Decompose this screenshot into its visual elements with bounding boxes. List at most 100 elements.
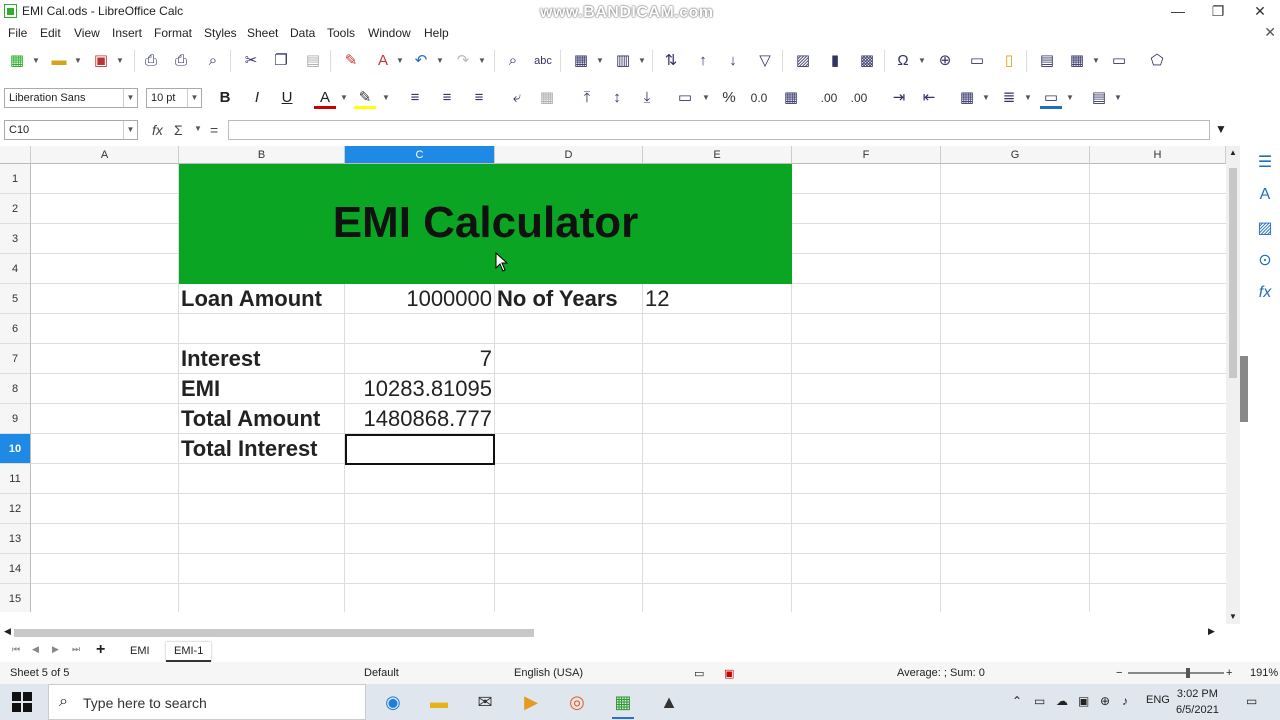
chevron-down-icon[interactable]: ▼ xyxy=(123,121,137,139)
column-header-b[interactable]: B xyxy=(179,146,345,164)
close-document-icon[interactable]: ✕ xyxy=(1264,24,1276,41)
undo-icon[interactable]: ↶ xyxy=(410,50,432,72)
borders-icon[interactable]: ▦ xyxy=(956,87,978,109)
properties-icon[interactable]: ☰ xyxy=(1254,152,1276,174)
bold-button[interactable]: B xyxy=(214,87,236,109)
row-header-9[interactable]: 9 xyxy=(0,404,31,434)
pivot-table-icon[interactable]: ▩ xyxy=(856,50,878,72)
copy-icon[interactable]: ❐ xyxy=(270,50,292,72)
tray-device-icon[interactable]: ▭ xyxy=(1034,694,1045,708)
align-right-icon[interactable]: ≡ xyxy=(468,87,490,109)
navigator-icon[interactable]: ⊙ xyxy=(1254,250,1276,272)
column-header-g[interactable]: G xyxy=(941,146,1090,164)
chevron-down-icon[interactable]: ▼ xyxy=(123,89,137,107)
zoom-out-button[interactable]: − xyxy=(1116,667,1122,679)
chevron-down-icon[interactable]: ▼ xyxy=(396,50,404,72)
currency-format-icon[interactable]: ▭ xyxy=(674,87,696,109)
tab-emi-1[interactable]: EMI-1 xyxy=(166,642,212,662)
sort-descending-icon[interactable]: ↓ xyxy=(722,50,744,72)
row-header-13[interactable]: 13 xyxy=(0,524,31,554)
mail-icon[interactable]: ✉ xyxy=(472,690,498,714)
font-name-select[interactable]: Liberation Sans ▼ xyxy=(4,88,138,108)
windows-start-icon[interactable] xyxy=(12,692,32,712)
sum-button[interactable]: Σ xyxy=(174,122,183,138)
column-header-e[interactable]: E xyxy=(643,146,792,164)
row-header-8[interactable]: 8 xyxy=(0,374,31,404)
tray-overflow-icon[interactable]: ⌃ xyxy=(1012,694,1022,708)
conditional-format-icon[interactable]: ▤ xyxy=(1088,87,1110,109)
cell-total-interest-label[interactable]: Total Interest xyxy=(179,434,345,464)
row-header-14[interactable]: 14 xyxy=(0,554,31,584)
emi-calculator-banner[interactable]: EMI Calculator xyxy=(179,164,792,284)
expand-formula-icon[interactable]: ▼ xyxy=(1215,122,1227,136)
new-icon[interactable]: ▦ xyxy=(6,50,28,72)
styles-icon[interactable]: A xyxy=(1254,184,1276,206)
comment-icon[interactable]: ▭ xyxy=(966,50,988,72)
input-language[interactable]: ENG xyxy=(1146,694,1170,706)
row-header-12[interactable]: 12 xyxy=(0,494,31,524)
tray-cloud-icon[interactable]: ☁ xyxy=(1056,694,1068,708)
chevron-down-icon[interactable]: ▼ xyxy=(638,50,646,72)
clear-formatting-icon[interactable]: A xyxy=(372,50,394,72)
chevron-down-icon[interactable]: ▼ xyxy=(478,50,486,72)
border-color-icon[interactable]: ▭ xyxy=(1040,87,1062,109)
center-vertically-icon[interactable]: ↕ xyxy=(606,87,628,109)
menu-tools[interactable]: Tools xyxy=(327,26,355,40)
network-icon[interactable]: ⊕ xyxy=(1100,694,1110,708)
formula-button[interactable]: = xyxy=(210,122,218,138)
notifications-icon[interactable]: ▭ xyxy=(1246,694,1257,708)
add-decimal-button[interactable]: .00 xyxy=(818,87,840,109)
paste-icon[interactable]: ▤ xyxy=(302,50,324,72)
function-wizard-button[interactable]: fx xyxy=(152,122,163,138)
cell-emi-label[interactable]: EMI xyxy=(179,374,345,404)
chart-icon[interactable]: ▮ xyxy=(824,50,846,72)
chevron-down-icon[interactable]: ▼ xyxy=(32,50,40,72)
horizontal-scrollbar[interactable]: ◀ ▶ xyxy=(0,626,1226,640)
show-draw-functions-icon[interactable]: ⬠ xyxy=(1146,50,1168,72)
next-sheet-icon[interactable]: ▶ xyxy=(52,644,59,655)
cut-icon[interactable]: ✂ xyxy=(240,50,262,72)
chevron-down-icon[interactable]: ▼ xyxy=(1024,87,1032,109)
tab-emi[interactable]: EMI xyxy=(122,642,158,662)
zoom-level[interactable]: 191% xyxy=(1250,667,1278,679)
first-sheet-icon[interactable]: ⏮ xyxy=(12,644,20,655)
align-bottom-icon[interactable]: ⤓ xyxy=(636,87,658,109)
zoom-in-button[interactable]: + xyxy=(1226,667,1232,679)
header-footer-icon[interactable]: ▯ xyxy=(998,50,1020,72)
name-box[interactable]: C10 ▼ xyxy=(4,120,138,140)
split-window-icon[interactable]: ▭ xyxy=(1108,50,1130,72)
freeze-rows-columns-icon[interactable]: ▦ xyxy=(1066,50,1088,72)
chevron-down-icon[interactable]: ▼ xyxy=(1066,87,1074,109)
maximize-button[interactable]: ❐ xyxy=(1208,2,1228,20)
open-folder-icon[interactable]: ▬ xyxy=(48,50,70,72)
edge-icon[interactable]: ◉ xyxy=(380,690,406,714)
sort-icon[interactable]: ⇅ xyxy=(660,50,682,72)
highlight-color-icon[interactable]: ✎ xyxy=(354,87,376,109)
page-style[interactable]: Default xyxy=(364,667,399,679)
scroll-left-icon[interactable]: ◀ xyxy=(4,626,11,637)
formula-input[interactable] xyxy=(228,120,1210,140)
row-header-11[interactable]: 11 xyxy=(0,464,31,494)
chevron-down-icon[interactable]: ▼ xyxy=(340,87,348,109)
select-all-corner[interactable] xyxy=(0,146,31,164)
menu-format[interactable]: Format xyxy=(154,26,192,40)
scroll-right-icon[interactable]: ▶ xyxy=(1208,626,1215,637)
font-size-select[interactable]: 10 pt ▼ xyxy=(146,88,202,108)
functions-icon[interactable]: fx xyxy=(1254,282,1276,304)
cell-years-value[interactable]: 12 xyxy=(643,284,792,314)
border-style-icon[interactable]: ≣ xyxy=(998,87,1020,109)
previous-sheet-icon[interactable]: ◀ xyxy=(32,644,39,655)
image-icon[interactable]: ▨ xyxy=(792,50,814,72)
chevron-down-icon[interactable]: ▼ xyxy=(116,50,124,72)
chevron-down-icon[interactable]: ▼ xyxy=(436,50,444,72)
row-header-2[interactable]: 2 xyxy=(0,194,31,224)
selection-mode-icon[interactable]: ▭ xyxy=(694,667,704,680)
cell-total-amount-label[interactable]: Total Amount xyxy=(179,404,345,434)
number-format-button[interactable]: 0.0 xyxy=(748,87,770,109)
underline-button[interactable]: U xyxy=(276,87,298,109)
taskbar-search-box[interactable]: ⌕ Type here to search xyxy=(48,684,366,720)
font-color-button[interactable]: A xyxy=(314,87,336,109)
menu-data[interactable]: Data xyxy=(290,26,315,40)
redo-icon[interactable]: ↷ xyxy=(452,50,474,72)
gallery-icon[interactable]: ▨ xyxy=(1254,218,1276,240)
